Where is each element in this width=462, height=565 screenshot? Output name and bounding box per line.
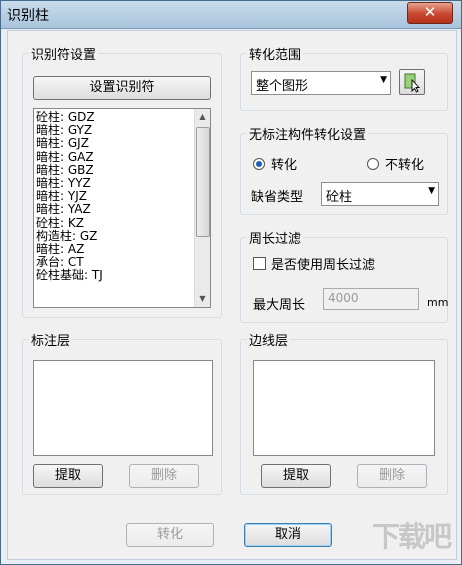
scroll-up-icon[interactable]: ▲ — [195, 109, 210, 125]
perimeter-group: 周长过滤 是否使用周长过滤 最大周长 4000 mm — [240, 228, 449, 323]
pick-region-button[interactable] — [399, 69, 425, 95]
pick-cursor-icon — [404, 73, 421, 93]
set-identifier-button[interactable]: 设置识别符 — [33, 76, 211, 100]
identifier-list-item[interactable]: 暗柱: YAZ — [34, 203, 194, 216]
unit-label: mm — [427, 296, 449, 309]
annotation-layer-label: 标注层 — [29, 330, 73, 349]
identifier-list: 砼柱: GDZ 暗柱: GYZ 暗柱: GJZ 暗柱: GAZ 暗柱: GBZ 暗柱: Y… — [34, 110, 194, 282]
annotation-extract-button[interactable]: 提取 — [33, 464, 103, 488]
convert-range-label: 转化范围 — [247, 44, 304, 63]
chevron-down-icon: ▼ — [380, 75, 387, 85]
perimeter-checkbox-label[interactable]: 是否使用周长过滤 — [271, 254, 375, 273]
chevron-down-icon: ▼ — [428, 186, 435, 196]
dialog-client: 识别符设置 设置识别符 砼柱: GDZ 暗柱: GYZ 暗柱: GJZ 暗柱: GAZ… — [7, 30, 457, 560]
no-convert-radio[interactable] — [367, 158, 379, 170]
identifier-group-label: 识别符设置 — [29, 44, 99, 63]
identifier-listbox[interactable]: 砼柱: GDZ 暗柱: GYZ 暗柱: GJZ 暗柱: GAZ 暗柱: GBZ 暗柱: Y… — [33, 108, 211, 308]
close-icon: ✕ — [423, 3, 437, 21]
title-bar[interactable]: 识别柱 ✕ — [1, 1, 461, 29]
default-type-label: 缺省类型 — [251, 190, 304, 205]
identifier-list-item[interactable]: 砼柱: KZ — [34, 216, 194, 230]
convert-range-select[interactable]: 整个图形 ▼ — [251, 71, 391, 95]
identifier-list-item[interactable]: 暗柱: GAZ — [34, 150, 194, 164]
window-title: 识别柱 — [7, 8, 49, 24]
edge-extract-button[interactable]: 提取 — [261, 464, 331, 488]
max-perimeter-value: 4000 — [328, 291, 359, 305]
identifier-group: 识别符设置 设置识别符 砼柱: GDZ 暗柱: GYZ 暗柱: GJZ 暗柱: GAZ… — [22, 44, 222, 318]
identifier-list-item[interactable]: 暗柱: GBZ — [34, 163, 194, 177]
max-perimeter-input[interactable]: 4000 — [323, 288, 419, 310]
scroll-thumb[interactable] — [196, 127, 210, 237]
dialog-window: 识别柱 ✕ 识别符设置 设置识别符 砼柱: GDZ 暗柱: GYZ 暗柱: GJZ 暗… — [0, 0, 462, 565]
convert-range-group: 转化范围 整个图形 ▼ — [240, 44, 448, 111]
default-type-select[interactable]: 砼柱 ▼ — [321, 182, 439, 206]
unmarked-group: 无标注构件转化设置 转化 不转化 缺省类型 砼柱 ▼ — [240, 124, 448, 215]
no-convert-radio-label[interactable]: 不转化 — [385, 154, 424, 173]
watermark-logo: 下载吧 — [371, 520, 452, 553]
identifier-list-item[interactable]: 暗柱: GJZ — [34, 137, 194, 150]
annotation-delete-button[interactable]: 删除 — [129, 464, 199, 488]
edge-layer-group: 边线层 提取 删除 — [240, 330, 448, 495]
cancel-button[interactable]: 取消 — [244, 523, 332, 547]
annotation-layer-list[interactable] — [33, 360, 213, 456]
scroll-down-icon[interactable]: ▼ — [195, 291, 210, 307]
default-type-value: 砼柱 — [326, 190, 353, 205]
convert-radio-label[interactable]: 转化 — [271, 154, 297, 173]
max-perimeter-label: 最大周长 — [253, 298, 306, 313]
identifier-list-item[interactable]: 砼柱基础: TJ — [34, 269, 194, 282]
unmarked-group-label: 无标注构件转化设置 — [247, 124, 369, 143]
edge-layer-list[interactable] — [253, 360, 435, 456]
convert-button[interactable]: 转化 — [126, 523, 214, 547]
edge-delete-button[interactable]: 删除 — [357, 464, 427, 488]
identifier-list-item[interactable]: 构造柱: GZ — [34, 229, 194, 243]
identifier-scrollbar[interactable]: ▲ ▼ — [194, 109, 210, 307]
convert-range-value: 整个图形 — [256, 79, 309, 94]
close-button[interactable]: ✕ — [407, 2, 453, 24]
convert-radio[interactable] — [253, 158, 265, 170]
edge-layer-label: 边线层 — [247, 330, 291, 349]
annotation-layer-group: 标注层 提取 删除 — [22, 330, 222, 495]
perimeter-checkbox[interactable] — [253, 257, 266, 270]
perimeter-group-label: 周长过滤 — [247, 228, 304, 247]
